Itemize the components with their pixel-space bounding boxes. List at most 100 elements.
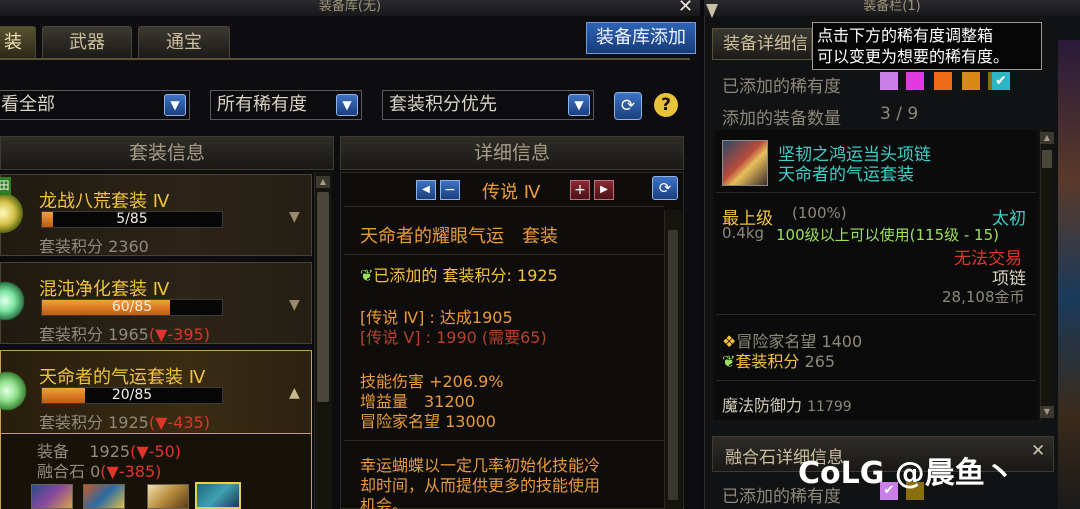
item-set-score: ❦套装积分 265 (722, 348, 835, 372)
selected-set-extra: 装备 1925(▼-50) 融合石 0(▼-385) (0, 434, 312, 509)
set-score-label: 套装积分 (39, 325, 104, 344)
added-rarity-label: 已添加的稀有度 (722, 77, 841, 97)
tooltip-line-1: 点击下方的稀有度调整箱 (817, 26, 994, 45)
added-label: 已添加的 (373, 266, 438, 285)
chevron-down-icon[interactable]: ▼ (568, 94, 590, 116)
detail-info-header: 详细信息 (340, 136, 684, 170)
rarity-filter-dropdown[interactable]: 所有稀有度 ▼ (210, 90, 362, 120)
tier-next-button[interactable]: ▶ (594, 180, 614, 200)
set-progress-bar: 20/85 (41, 387, 223, 404)
fusion-value: 0 (90, 462, 101, 481)
refresh-icon[interactable]: ⟳ (614, 92, 642, 120)
detail-stat-fame: 冒险家名望 13000 (360, 412, 496, 431)
scrollbar-thumb[interactable] (317, 192, 329, 402)
item-price: 28,108金币 (942, 288, 1025, 306)
set-score-label: 套装积分 (39, 237, 104, 256)
fusion-label: 融合石 (37, 462, 86, 481)
detail-added-score: ❦已添加的 套装积分: 1925 (360, 262, 558, 286)
tier-prev-button[interactable]: ◀ (416, 180, 436, 200)
scroll-up-icon[interactable]: ▲ (316, 176, 330, 188)
set-tag: 田 (0, 177, 11, 195)
view-filter-value: 看全部 (1, 94, 55, 115)
fusion-score-row: 融合石 0(▼-385) (37, 458, 161, 482)
butterfly-icon: ❦ (360, 266, 374, 285)
set-name: 混沌净化套装 Ⅳ (39, 279, 170, 300)
detail-divider (344, 206, 664, 207)
equipment-detail-tab-label: 装备详细信 (723, 34, 808, 54)
item-weight: 0.4kg (722, 224, 765, 242)
tab-weapons[interactable]: 武器 (42, 26, 132, 58)
scrollbar-thumb[interactable] (668, 230, 678, 500)
item-level-req: 100级以上可以使用(115级 - 15) (776, 226, 1000, 244)
close-icon[interactable]: ✕ (678, 0, 693, 17)
detail-refresh-icon[interactable]: ⟳ (652, 176, 678, 200)
set-emblem-icon (0, 371, 27, 411)
equipment-slot-icon[interactable] (83, 484, 125, 509)
tab-tongbao[interactable]: 通宝 (138, 26, 230, 58)
equipment-slot-icon-selected[interactable] (195, 482, 241, 509)
necklace-item-icon[interactable] (722, 140, 768, 186)
rarity-filter-value: 所有稀有度 (217, 94, 307, 115)
item-grade-pct: (100%) (792, 204, 847, 222)
sort-dropdown[interactable]: 套装积分优先 ▼ (382, 90, 594, 120)
rarity-swatch-unique[interactable] (906, 72, 924, 90)
mdef-label: 魔法防御力 (722, 396, 803, 415)
rarity-swatch-rare[interactable] (880, 72, 898, 90)
item-divider (716, 192, 1036, 193)
scroll-down-icon[interactable]: ▼ (1040, 406, 1054, 418)
set-score: 套装积分 2360 (39, 233, 149, 257)
tier-label: 传说 Ⅳ (482, 182, 541, 203)
close-icon[interactable]: ✕ (1031, 441, 1045, 461)
tab-equipment[interactable]: 装 (0, 26, 36, 58)
equipment-detail-tab[interactable]: 装备详细信 (712, 28, 812, 60)
equipment-slot-icon[interactable] (147, 484, 189, 509)
added-count-label: 添加的装备数量 (722, 109, 841, 129)
detail-divider (344, 440, 664, 441)
rarity-tooltip: 点击下方的稀有度调整箱 可以变更为想要的稀有度。 (812, 22, 1042, 70)
set-score-label: 套装积分 (39, 413, 104, 432)
set-name: 天命者的气运套装 Ⅳ (39, 367, 206, 388)
view-filter-dropdown[interactable]: 看全部 ▼ (0, 90, 190, 120)
set-score-delta: (▼-395) (148, 325, 210, 344)
right-window-title: 装备栏(1) (704, 0, 1080, 16)
expand-icon[interactable]: ▼ (289, 209, 300, 225)
help-icon[interactable]: ? (654, 93, 678, 117)
set-progress-text: 60/85 (111, 299, 153, 315)
scrollbar-thumb[interactable] (1042, 150, 1052, 168)
set-item[interactable]: 混沌净化套装 Ⅳ 60/85 套装积分 1965(▼-395) ▼ (0, 262, 312, 344)
fusion-delta: (▼-385) (100, 462, 162, 481)
rarity-swatch-primal-checked[interactable]: ✔ (992, 72, 1010, 90)
detail-set-title: 天命者的耀眼气运 套装 (360, 226, 558, 247)
item-divider (716, 380, 1036, 381)
tier-plus-button[interactable]: + (570, 180, 590, 200)
chevron-down-icon[interactable]: ▼ (336, 94, 358, 116)
set-name: 龙战八荒套装 Ⅳ (39, 191, 170, 212)
equipment-slot-icon[interactable] (31, 484, 73, 509)
item-divider (716, 314, 1036, 315)
scroll-up-icon[interactable]: ▲ (1040, 132, 1054, 144)
added-count-value: 3 / 9 (880, 104, 919, 124)
rarity-swatch-legendary[interactable] (934, 72, 952, 90)
butterfly-icon: ❦ (722, 352, 736, 371)
set-progress-text: 20/85 (111, 387, 153, 403)
right-scrollbar[interactable] (1040, 130, 1054, 420)
rarity-swatch-epic[interactable] (962, 72, 980, 90)
item-mdef: 魔法防御力 11799 (722, 392, 852, 416)
tier-minus-button[interactable]: − (440, 180, 460, 200)
add-to-library-button[interactable]: 装备库添加 (586, 22, 696, 54)
set-item[interactable]: 田 龙战八荒套装 Ⅳ 5/85 套装积分 2360 ▼ (0, 174, 312, 256)
detail-desc-3: 机会。 (360, 496, 409, 509)
collapse-icon[interactable]: ▲ (289, 385, 300, 401)
set-score-delta: (▼-435) (148, 413, 210, 432)
item-set-name: 天命者的气运套装 (778, 165, 914, 185)
set-progress-bar: 60/85 (41, 299, 223, 316)
set-score: 套装积分 1965(▼-395) (39, 321, 210, 345)
tab-underline (0, 58, 690, 60)
set-emblem-icon (0, 281, 25, 321)
chevron-down-icon[interactable]: ▼ (164, 94, 186, 116)
set-emblem-icon (0, 193, 23, 233)
score-label: 套装积分 (442, 266, 507, 285)
expand-icon[interactable]: ▼ (289, 297, 300, 313)
score-value: : 1925 (506, 266, 558, 285)
set-item-selected[interactable]: 天命者的气运套装 Ⅳ 20/85 套装积分 1925(▼-435) ▲ (0, 350, 312, 434)
